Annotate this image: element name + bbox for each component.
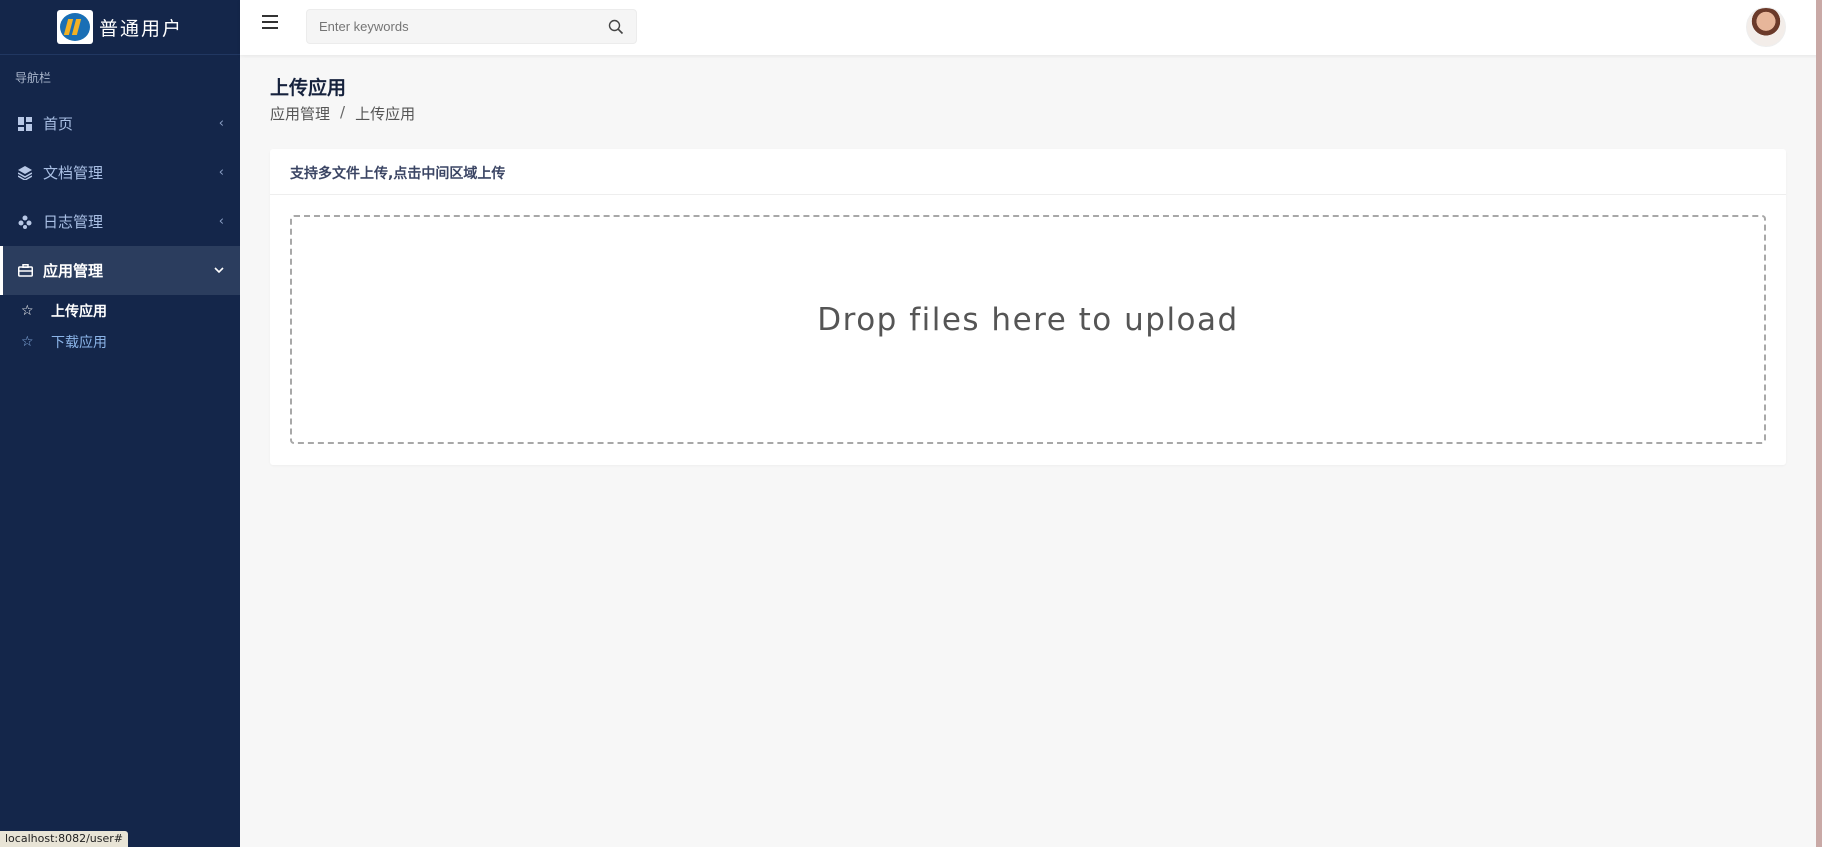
card-header: 支持多文件上传,点击中间区域上传 <box>270 149 1786 195</box>
breadcrumb-item[interactable]: 应用管理 <box>270 103 330 124</box>
window-edge <box>1816 0 1822 847</box>
avatar[interactable] <box>1746 7 1786 47</box>
dashboard-icon <box>17 116 33 132</box>
sidebar-subitem-label: 上传应用 <box>51 303 107 320</box>
sidebar-item-home[interactable]: 首页 ‹ <box>0 99 240 148</box>
nav-header: 导航栏 <box>15 71 52 85</box>
sidebar-item-label: 日志管理 <box>43 213 104 231</box>
sidebar-item-logs[interactable]: 日志管理 ‹ <box>0 197 240 246</box>
star-icon: ☆ <box>21 302 34 319</box>
chevron-left-icon: ‹ <box>218 116 224 131</box>
sidebar-item-documents[interactable]: 文档管理 ‹ <box>0 148 240 197</box>
search-icon[interactable] <box>608 19 624 35</box>
breadcrumb-item-current: 上传应用 <box>355 105 416 123</box>
upload-card: 支持多文件上传,点击中间区域上传 Drop files here to uplo… <box>270 149 1786 465</box>
page-title: 上传应用 <box>270 77 347 99</box>
sidebar-subitem-download-app[interactable]: ☆ 下载应用 <box>0 326 240 357</box>
menu-toggle-icon[interactable] <box>262 15 278 29</box>
topbar <box>240 0 1822 55</box>
brand-title: 普通用户 <box>98 17 183 40</box>
layers-icon <box>17 165 33 181</box>
file-dropzone[interactable]: Drop files here to upload <box>290 215 1766 444</box>
gamepad-icon <box>17 214 33 230</box>
star-icon: ☆ <box>21 333 34 350</box>
search-box <box>306 9 637 44</box>
breadcrumb: 应用管理 / 上传应用 <box>270 103 415 124</box>
breadcrumb-separator: / <box>340 103 346 121</box>
sidebar: 普通用户 导航栏 首页 ‹ 文档管理 ‹ 日志管理 ‹ 应用管理 ☆ 上传应用 <box>0 0 240 847</box>
brand-logo <box>56 10 93 44</box>
sidebar-item-apps[interactable]: 应用管理 <box>0 246 240 295</box>
search-input[interactable] <box>307 10 587 43</box>
sidebar-item-label: 应用管理 <box>43 262 104 280</box>
sidebar-subitem-label: 下载应用 <box>51 334 107 351</box>
sidebar-item-label: 文档管理 <box>43 164 104 182</box>
brand[interactable]: 普通用户 <box>0 0 240 55</box>
chevron-left-icon: ‹ <box>218 214 224 229</box>
chevron-down-icon <box>214 263 224 278</box>
sidebar-item-label: 首页 <box>43 115 74 133</box>
chevron-left-icon: ‹ <box>218 165 224 180</box>
sidebar-subitem-upload-app[interactable]: ☆ 上传应用 <box>0 295 240 326</box>
dropzone-message: Drop files here to upload <box>817 301 1239 338</box>
status-url: localhost:8082/user# <box>0 831 128 847</box>
briefcase-icon <box>17 263 33 279</box>
